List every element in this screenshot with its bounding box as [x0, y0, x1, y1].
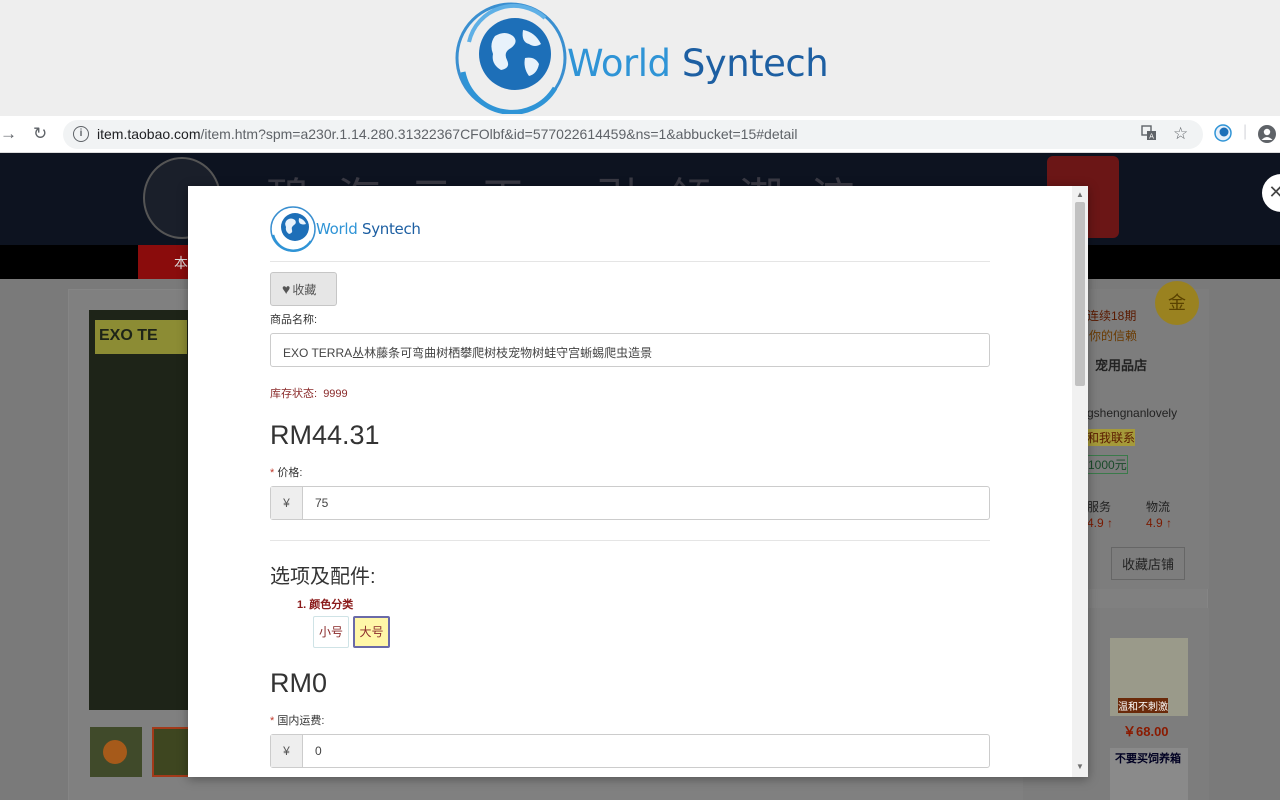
price-input-group[interactable]: ¥ 75	[270, 486, 990, 520]
brand-word-syntech: Syntech	[681, 42, 829, 85]
recommend-tag: 不要买饲养箱	[1115, 753, 1181, 765]
favorite-button[interactable]: ♥ 收藏	[270, 272, 337, 306]
product-order-modal: World Syntech ♥ 收藏 商品名称: EXO TERRA丛林藤条可弯曲…	[188, 186, 1088, 777]
profile-icon[interactable]	[1257, 124, 1277, 149]
trust-text: 你的信赖	[1089, 329, 1138, 343]
shop-name[interactable]: 宠用品店	[1095, 355, 1147, 374]
seller-badge: 连续18期	[1087, 309, 1137, 323]
scrollbar-thumb[interactable]	[1075, 202, 1085, 386]
address-bar[interactable]: i item.taobao.com/item.htm?spm=a230r.1.1…	[63, 120, 1203, 149]
modal-logo: World Syntech	[270, 206, 430, 252]
shipping-label: * 国内运费:	[270, 715, 325, 727]
browser-toolbar: → ↻ i item.taobao.com/item.htm?spm=a230r…	[0, 116, 1280, 153]
globe-icon	[455, 2, 567, 114]
product-image: EXO TE	[89, 310, 189, 710]
svg-text:A: A	[1149, 133, 1154, 141]
scroll-up-icon[interactable]: ▲	[1076, 190, 1084, 199]
info-icon[interactable]: i	[73, 126, 89, 142]
product-name-label: 商品名称:	[270, 314, 318, 326]
brand-name: World Syntech	[567, 42, 829, 85]
rating-service-value: 4.9 ↑	[1087, 516, 1114, 530]
recommend-promo: 温和不刺激	[1118, 698, 1168, 713]
recommend-product-image[interactable]: 温和不刺激	[1110, 638, 1188, 716]
shipping-input-group[interactable]: ¥ 0	[270, 734, 990, 768]
rating-logistics-value: 4.9 ↑	[1146, 516, 1173, 530]
reload-icon[interactable]: ↻	[33, 124, 47, 144]
shipping-display: RM0	[270, 668, 328, 698]
stock-label: 库存状态:	[270, 388, 318, 400]
recommend-price: ￥68.00	[1123, 724, 1169, 739]
modal-scrollbar[interactable]: ▲ ▼	[1072, 186, 1088, 777]
option-small[interactable]: 小号	[313, 616, 349, 648]
divider	[270, 540, 990, 541]
toolbar-divider: |	[1243, 123, 1248, 140]
brand-word-world: World	[567, 42, 671, 85]
heart-icon: ♥	[282, 281, 291, 297]
options-title: 选项及配件:	[270, 566, 376, 588]
scroll-down-icon[interactable]: ▼	[1076, 762, 1084, 771]
stock-status: 库存状态: 9999	[270, 385, 348, 401]
brand-banner: World Syntech	[0, 0, 1280, 116]
world-syntech-logo: World Syntech	[455, 2, 835, 114]
rating-logistics-label: 物流	[1146, 500, 1171, 514]
thumbnail-video[interactable]	[90, 727, 142, 777]
rating-service-label: 服务	[1087, 500, 1112, 514]
price-label: * 价格:	[270, 467, 303, 479]
price-input[interactable]: 75	[315, 496, 328, 510]
gold-medal-icon: 金	[1155, 281, 1199, 325]
translate-icon[interactable]: A	[1141, 125, 1157, 146]
deposit-badge: 1000元	[1087, 455, 1128, 474]
stock-value: 9999	[323, 388, 348, 400]
thumbnail-image[interactable]	[152, 727, 192, 777]
contact-seller-link[interactable]: 和我联系	[1087, 429, 1136, 446]
globe-icon	[270, 206, 316, 252]
divider	[270, 261, 990, 262]
favorite-button-label: 收藏	[292, 283, 317, 297]
forward-icon[interactable]: →	[0, 124, 17, 144]
url-text[interactable]: item.taobao.com/item.htm?spm=a230r.1.14.…	[97, 126, 798, 142]
play-icon[interactable]	[103, 740, 127, 764]
price-display: RM44.31	[270, 420, 380, 450]
favorite-shop-button[interactable]: 收藏店铺	[1111, 547, 1186, 580]
star-icon[interactable]: ☆	[1173, 124, 1188, 144]
seller-id: gshengnanlovely	[1087, 406, 1178, 420]
currency-addon: ¥	[271, 487, 303, 519]
product-name-field[interactable]: EXO TERRA丛林藤条可弯曲树栖攀爬树枝宠物树蛙守宫蜥蜴爬虫造景	[270, 333, 990, 367]
option-category-label: 1. 颜色分类	[297, 599, 354, 611]
shipping-input[interactable]: 0	[315, 744, 322, 758]
extension-icon[interactable]	[1214, 124, 1232, 147]
product-image-label: EXO TE	[95, 320, 187, 354]
option-large-selected[interactable]: 大号	[353, 616, 390, 648]
modal-brand-name: World Syntech	[316, 220, 421, 238]
currency-addon: ¥	[271, 735, 303, 767]
